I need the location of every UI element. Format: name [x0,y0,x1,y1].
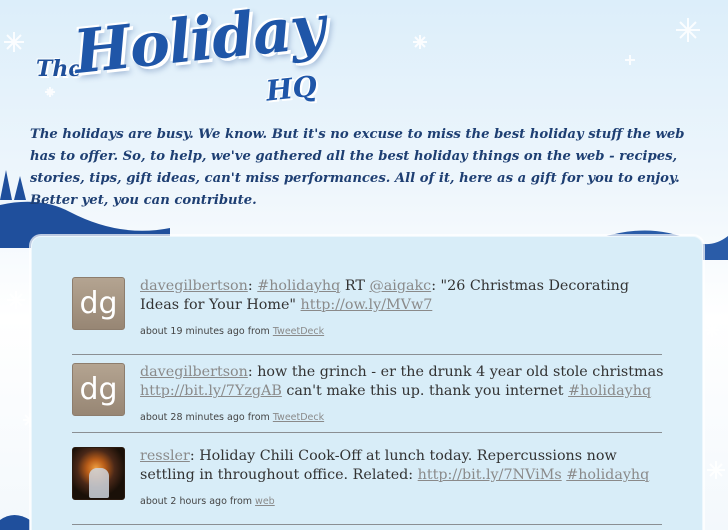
tweet-mention-link[interactable]: @aigakc [369,278,431,294]
tweet-item: dg davegilbertson: #holidayhq RT @aigakc… [72,277,662,355]
tweet-text: ressler: Holiday Chili Cook-Off at lunch… [140,447,664,485]
tweet-text-part: : [247,278,258,294]
tweet-text: davegilbertson: #holidayhq RT @aigakc: "… [140,277,664,315]
avatar[interactable] [72,447,125,500]
avatar-initials: dg [79,286,118,321]
tweet-body: davegilbertson: how the grinch - er the … [140,363,664,427]
intro-paragraph: The holidays are busy. We know. But it's… [30,127,685,208]
tweet-body: ressler: Holiday Chili Cook-Off at lunch… [140,447,664,511]
tweet-hashtag-link[interactable]: #holidayhq [566,467,649,483]
avatar[interactable]: dg [72,363,125,416]
holiday-hq-logo[interactable]: The Holiday HQ [34,0,354,114]
tweet-source-link[interactable]: TweetDeck [273,412,324,423]
tweet-username-link[interactable]: ressler [140,448,190,464]
tweet-meta: about 2 hours ago from web [140,492,664,511]
tweet-item: dg davegilbertson: how the grinch - er t… [72,363,664,433]
avatar-initials: dg [79,372,118,407]
tweet-username-link[interactable]: davegilbertson [140,278,248,294]
tweet-source-link[interactable]: TweetDeck [273,326,324,337]
tweet-meta: about 19 minutes ago from TweetDeck [140,322,664,341]
tweet-source-link[interactable]: web [255,496,275,507]
avatar[interactable]: dg [72,277,125,330]
logo-hq-text: HQ [264,69,319,108]
tweet-url-link[interactable]: http://bit.ly/7NViMs [418,467,562,483]
tweet-meta: about 28 minutes ago from TweetDeck [140,408,664,427]
user-photo-icon [89,468,109,498]
tweet-text: davegilbertson: how the grinch - er the … [140,363,664,401]
tweet-text-part: can't make this up. thank you internet [281,383,569,399]
tweet-item: ressler: Holiday Chili Cook-Off at lunch… [72,447,662,525]
tweet-text-part: RT [340,278,370,294]
tweet-hashtag-link[interactable]: #holidayhq [568,383,651,399]
tweet-body: davegilbertson: #holidayhq RT @aigakc: "… [140,277,664,341]
tweet-username-link[interactable]: davegilbertson [140,364,248,380]
tweet-hashtag-link[interactable]: #holidayhq [257,278,340,294]
tweet-feed-panel: dg davegilbertson: #holidayhq RT @aigakc… [31,236,703,530]
tweet-timestamp: about 2 hours ago from [140,496,256,507]
tweet-url-link[interactable]: http://bit.ly/7YzgAB [140,383,282,399]
tweet-timestamp: about 28 minutes ago from [140,412,273,423]
tweet-text-part: : how the grinch - er the drunk 4 year o… [247,364,664,380]
tweet-timestamp: about 19 minutes ago from [140,326,273,337]
tweet-url-link[interactable]: http://ow.ly/MVw7 [301,297,433,313]
